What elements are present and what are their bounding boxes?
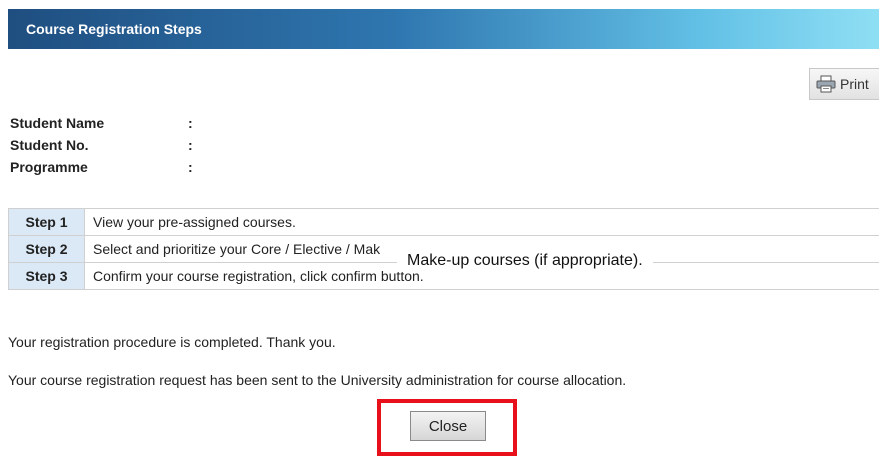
close-button[interactable]: Close [410,411,486,441]
step-3-label: Step 3 [8,262,85,290]
printer-icon [816,75,836,93]
step-1-label: Step 1 [8,208,85,236]
page-title: Course Registration Steps [26,21,202,37]
student-no-label: Student No. [10,137,89,153]
step-2-label: Step 2 [8,235,85,263]
step-1-desc: View your pre-assigned courses. [84,208,879,236]
programme-value: : [188,159,193,175]
student-name-value: : [188,115,193,131]
student-name-label: Student Name [10,115,105,131]
print-button[interactable]: Print [809,68,879,100]
page-header: Course Registration Steps [8,9,879,49]
step-row: Step 1 View your pre-assigned courses. [8,208,879,236]
sent-message: Your course registration request has bee… [8,372,627,388]
print-label: Print [840,76,869,92]
step-2-desc: Select and prioritize your Core / Electi… [93,241,380,257]
step-2-tooltip: Make-up courses (if appropriate). [397,250,653,272]
steps-table: Step 1 View your pre-assigned courses. S… [8,208,879,290]
programme-label: Programme [10,159,88,175]
completion-message: Your registration procedure is completed… [8,334,336,350]
student-no-value: : [188,137,193,153]
